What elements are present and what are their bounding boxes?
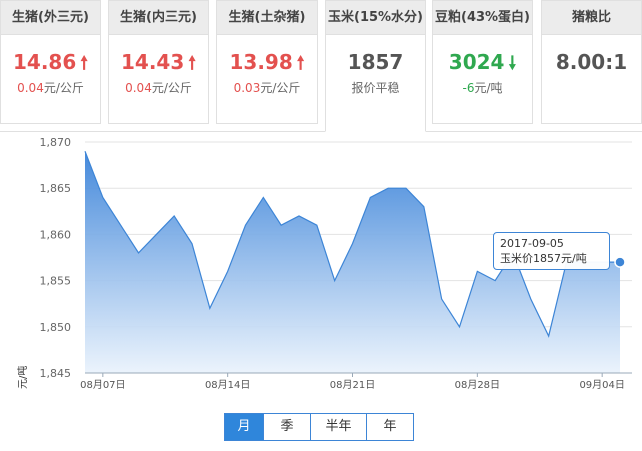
x-tick-label: 08月07日 — [80, 379, 125, 391]
page-root: 生猪(外三元) 14.86 🠕 0.04元/公斤 生猪(内三元) 14.43 🠕 0… — [0, 0, 642, 451]
price-value: 14.43 — [121, 50, 185, 74]
card-pig-local[interactable]: 生猪(土杂猪) 13.98 🠕 0.03元/公斤 — [216, 0, 318, 124]
x-tick-label: 08月14日 — [205, 379, 250, 391]
card-value: 14.86 🠕 — [1, 49, 100, 75]
change-unit: 元/吨 — [474, 81, 503, 95]
price-value: 1857 — [347, 50, 404, 74]
period-halfyear-button[interactable]: 半年 — [310, 413, 367, 441]
card-change: 0.03元/公斤 — [217, 79, 317, 96]
change-unit: 元/公斤 — [260, 81, 301, 95]
change-value: -6 — [462, 81, 475, 95]
tooltip-value: 玉米价1857元/吨 — [500, 252, 587, 265]
arrow-up-icon: 🠕 — [188, 53, 196, 74]
card-corn[interactable]: 玉米(15%水分) 1857 报价平稳 — [325, 0, 426, 132]
period-year-button[interactable]: 年 — [366, 413, 414, 441]
card-pig-grain-ratio[interactable]: 猪粮比 8.00:1 — [541, 0, 642, 124]
price-cards: 生猪(外三元) 14.86 🠕 0.04元/公斤 生猪(内三元) 14.43 🠕 0… — [0, 0, 642, 132]
y-tick-label: 1,855 — [40, 275, 72, 288]
card-title: 豆粕(43%蛋白) — [433, 1, 532, 35]
period-month-button[interactable]: 月 — [224, 413, 264, 441]
x-tick-label: 09月04日 — [579, 379, 624, 391]
y-tick-label: 1,845 — [40, 367, 72, 380]
card-title: 生猪(外三元) — [1, 1, 100, 35]
card-pig-outer[interactable]: 生猪(外三元) 14.86 🠕 0.04元/公斤 — [0, 0, 101, 124]
change-value: 0.04 — [17, 81, 44, 95]
period-selector: 月 季 半年 年 — [224, 413, 414, 441]
y-tick-label: 1,860 — [40, 228, 72, 241]
card-title: 猪粮比 — [542, 1, 641, 35]
ratio-value: 8.00:1 — [555, 50, 628, 74]
card-change: 0.04元/公斤 — [109, 79, 208, 96]
chart-tooltip: 2017-09-05 玉米价1857元/吨 — [493, 232, 610, 270]
card-value: 3024 🠗 — [433, 49, 532, 75]
change-unit: 元/公斤 — [43, 81, 84, 95]
change-value: 0.04 — [125, 81, 152, 95]
y-tick-label: 1,850 — [40, 321, 72, 334]
y-tick-label: 1,865 — [40, 182, 72, 195]
card-soymeal[interactable]: 豆粕(43%蛋白) 3024 🠗 -6元/吨 — [432, 0, 533, 124]
card-change: 0.04元/公斤 — [1, 79, 100, 96]
tooltip-date: 2017-09-05 — [500, 237, 564, 250]
change-value: 0.03 — [233, 81, 261, 95]
card-change: -6元/吨 — [433, 79, 532, 96]
card-value: 8.00:1 — [542, 49, 641, 75]
price-value: 3024 — [448, 50, 505, 74]
price-value: 14.86 — [13, 50, 77, 74]
card-pig-inner[interactable]: 生猪(内三元) 14.43 🠕 0.04元/公斤 — [108, 0, 209, 124]
x-tick-label: 08月21日 — [330, 379, 375, 391]
x-tick-label: 08月28日 — [455, 379, 500, 391]
price-value: 13.98 — [229, 50, 293, 74]
card-value: 13.98 🠕 — [217, 49, 317, 75]
y-tick-label: 1,870 — [40, 136, 72, 149]
arrow-down-icon: 🠗 — [508, 53, 517, 74]
card-title: 玉米(15%水分) — [326, 1, 425, 35]
card-title: 生猪(土杂猪) — [217, 1, 317, 35]
change-unit: 元/公斤 — [151, 81, 192, 95]
period-quarter-button[interactable]: 季 — [263, 413, 311, 441]
highlight-point[interactable] — [614, 256, 626, 268]
arrow-up-icon: 🠕 — [296, 53, 305, 74]
card-status: 报价平稳 — [351, 81, 400, 95]
arrow-up-icon: 🠕 — [80, 53, 88, 74]
card-value: 1857 — [326, 49, 425, 75]
card-value: 14.43 🠕 — [109, 49, 208, 75]
card-title: 生猪(内三元) — [109, 1, 208, 35]
y-axis-label: 元/吨 — [16, 366, 29, 389]
